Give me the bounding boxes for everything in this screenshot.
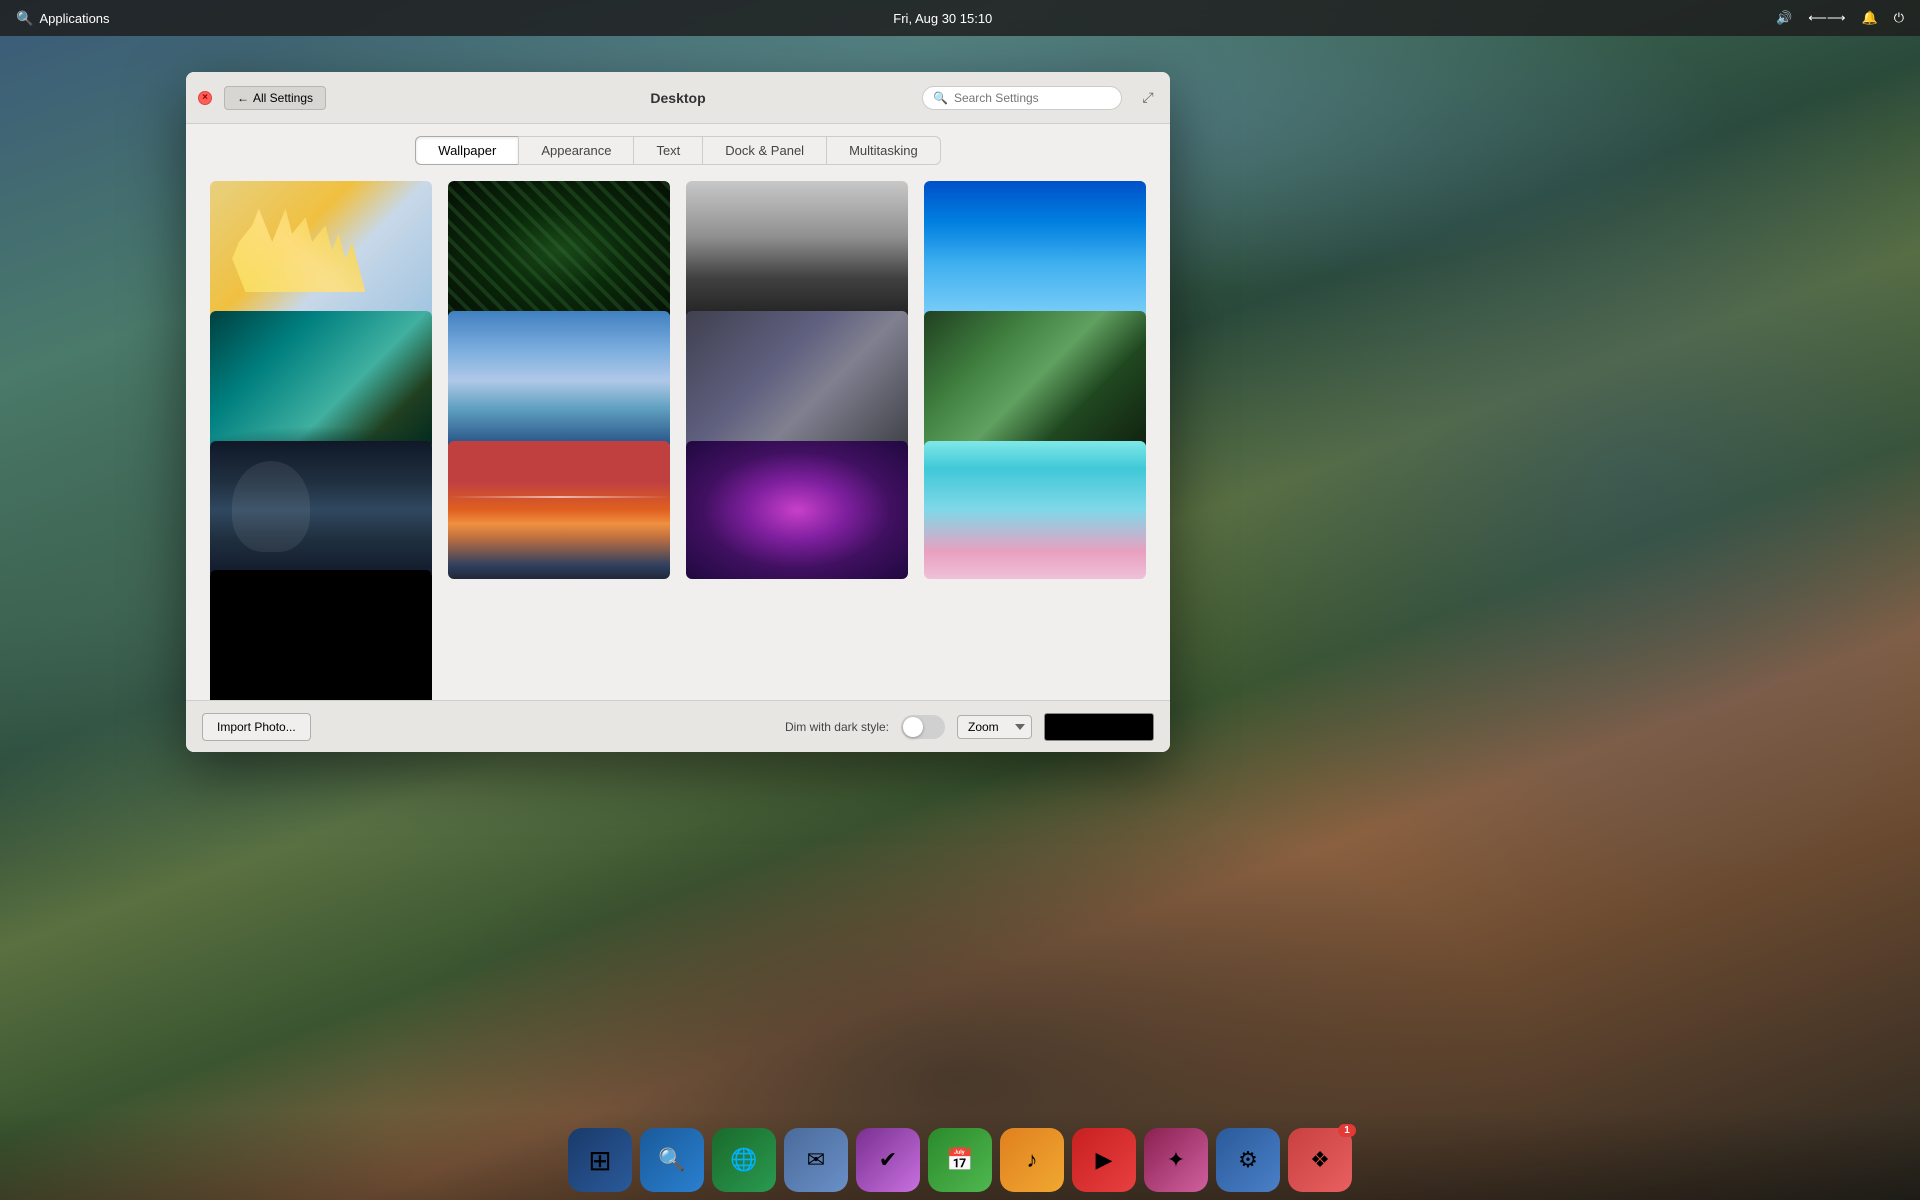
wallpaper-item[interactable] <box>210 311 432 450</box>
dock: ⊞ 🔍 🌐 ✉ ✔ 📅 ♪ ▶ ✦ ⚙ ❖ 1 <box>0 1110 1920 1200</box>
dock-item-mail[interactable]: ✉ <box>784 1128 848 1192</box>
window-titlebar: × ← All Settings Desktop 🔍 ⤢ <box>186 72 1170 124</box>
wallpaper-item[interactable] <box>448 441 670 580</box>
dock-item-settings2[interactable]: ⚙ <box>1216 1128 1280 1192</box>
dim-label: Dim with dark style: <box>785 720 889 734</box>
wallpaper-item[interactable] <box>686 441 908 580</box>
dock-item-search[interactable]: 🔍 <box>640 1128 704 1192</box>
back-button[interactable]: ← All Settings <box>224 86 326 110</box>
dock-item-calendar[interactable]: 📅 <box>928 1128 992 1192</box>
datetime-label: Fri, Aug 30 15:10 <box>893 11 992 26</box>
wallpaper-item[interactable] <box>210 441 432 580</box>
wallpaper-grid <box>186 165 1170 700</box>
notification-icon[interactable]: 🔔 <box>1862 10 1878 26</box>
wallpaper-item[interactable] <box>210 570 432 700</box>
dock-item-tasks[interactable]: ✔ <box>856 1128 920 1192</box>
dock-item-appstore[interactable]: ❖ 1 <box>1288 1128 1352 1192</box>
close-button[interactable]: × <box>198 91 212 105</box>
wallpaper-item[interactable] <box>924 311 1146 450</box>
footer-right: Dim with dark style: Zoom Fit Stretch Ce… <box>785 713 1154 741</box>
dock-item-multitasking[interactable]: ⊞ <box>568 1128 632 1192</box>
import-photo-button[interactable]: Import Photo... <box>202 713 311 741</box>
tab-dock-panel[interactable]: Dock & Panel <box>702 136 826 165</box>
maximize-button[interactable]: ⤢ <box>1138 88 1158 108</box>
power-icon[interactable]: ⏻ <box>1894 10 1904 26</box>
tab-appearance[interactable]: Appearance <box>518 136 633 165</box>
wallpaper-item[interactable] <box>686 311 908 450</box>
dim-toggle[interactable] <box>901 715 945 739</box>
dock-badge-appstore: 1 <box>1338 1124 1356 1137</box>
wallpaper-item[interactable] <box>448 311 670 450</box>
dock-item-music[interactable]: ♪ <box>1000 1128 1064 1192</box>
dock-item-video[interactable]: ▶ <box>1072 1128 1136 1192</box>
wallpaper-item[interactable] <box>924 181 1146 320</box>
taskbar-right: 🔊 ⟵⟶ 🔔 ⏻ <box>1776 10 1904 26</box>
tabs-bar: Wallpaper Appearance Text Dock & Panel M… <box>186 124 1170 165</box>
window-footer: Import Photo... Dim with dark style: Zoo… <box>186 700 1170 752</box>
window-title: Desktop <box>650 90 705 106</box>
dock-item-browser[interactable]: 🌐 <box>712 1128 776 1192</box>
dock-item-creative[interactable]: ✦ <box>1144 1128 1208 1192</box>
color-swatch[interactable] <box>1044 713 1154 741</box>
settings-window: × ← All Settings Desktop 🔍 ⤢ Wallpaper A… <box>186 72 1170 752</box>
search-icon: 🔍 <box>16 10 33 27</box>
wallpaper-item[interactable] <box>924 441 1146 580</box>
wallpaper-item[interactable] <box>448 181 670 320</box>
network-icon[interactable]: ⟵⟶ <box>1808 10 1845 26</box>
taskbar-center: Fri, Aug 30 15:10 <box>893 11 992 26</box>
zoom-select[interactable]: Zoom Fit Stretch Center <box>957 715 1032 739</box>
volume-icon[interactable]: 🔊 <box>1776 10 1792 26</box>
tab-text[interactable]: Text <box>633 136 702 165</box>
wallpaper-item[interactable] <box>210 181 432 320</box>
search-box-icon: 🔍 <box>933 91 948 105</box>
tab-wallpaper[interactable]: Wallpaper <box>415 136 518 165</box>
back-arrow-icon: ← <box>237 91 249 105</box>
search-input[interactable] <box>954 91 1094 105</box>
back-button-label: All Settings <box>253 91 313 105</box>
wallpaper-item[interactable] <box>686 181 908 320</box>
search-box: 🔍 <box>922 86 1122 110</box>
taskbar: 🔍 Applications Fri, Aug 30 15:10 🔊 ⟵⟶ 🔔 … <box>0 0 1920 36</box>
applications-label[interactable]: Applications <box>39 11 109 26</box>
taskbar-left: 🔍 Applications <box>16 10 110 27</box>
tab-multitasking[interactable]: Multitasking <box>826 136 941 165</box>
